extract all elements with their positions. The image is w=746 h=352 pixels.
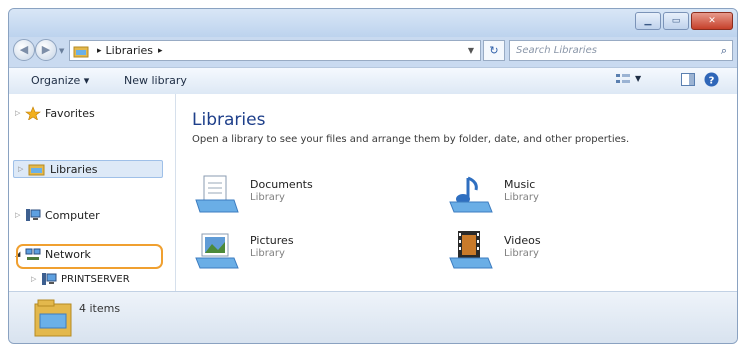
expand-arrow-icon[interactable]: ▷ — [18, 165, 28, 173]
command-bar: Organize ▾ New library ▼ ? — [9, 67, 737, 95]
pictures-icon — [195, 233, 239, 269]
library-type-documents: Library — [250, 192, 285, 203]
music-icon — [449, 176, 493, 213]
window-controls: ▁ ▭ ✕ — [633, 12, 733, 30]
library-type-music: Library — [504, 192, 539, 203]
organize-menu-button[interactable]: Organize ▾ — [31, 74, 89, 87]
back-button[interactable]: ◀ — [13, 39, 35, 61]
help-icon[interactable]: ? — [704, 72, 719, 90]
nav-item-libraries[interactable]: ▷ Libraries — [13, 160, 163, 178]
nav-label-computer: Computer — [45, 208, 100, 222]
title-bar: ▁ ▭ ✕ — [9, 9, 737, 37]
library-tile-videos[interactable]: Videos Library — [448, 230, 648, 270]
details-pane: 4 items — [9, 291, 737, 343]
nav-label-printserver: PRINTSERVER — [61, 273, 130, 285]
search-icon[interactable]: ⌕ — [721, 41, 727, 60]
videos-icon — [449, 231, 493, 269]
nav-item-computer[interactable]: ▷ Computer — [15, 206, 100, 224]
page-description: Open a library to see your files and arr… — [192, 134, 630, 145]
library-tile-documents[interactable]: Documents Library — [194, 174, 394, 214]
expand-arrow-icon[interactable]: ▷ — [15, 211, 25, 219]
nav-item-printserver[interactable]: ▷ PRINTSERVER — [31, 270, 130, 288]
preview-pane-icon[interactable] — [681, 73, 695, 89]
explorer-window: ▁ ▭ ✕ ◀ ▶ ▼ ▸ Libraries ▸ ▼ ↻ Search Lib… — [8, 8, 738, 344]
expand-arrow-icon[interactable]: ▷ — [15, 109, 25, 117]
expand-arrow-icon[interactable]: ▷ — [31, 275, 41, 283]
search-input[interactable]: Search Libraries ⌕ — [509, 40, 733, 61]
refresh-button[interactable]: ↻ — [483, 40, 505, 61]
item-count: 4 items — [79, 302, 121, 315]
change-view-icon[interactable] — [615, 72, 631, 89]
svg-text:?: ? — [709, 76, 715, 87]
library-name-documents: Documents — [250, 178, 313, 191]
maximize-button[interactable]: ▭ — [663, 12, 689, 30]
libraries-icon — [73, 46, 89, 57]
refresh-icon: ↻ — [489, 44, 499, 57]
view-options-arrow-icon[interactable]: ▼ — [635, 74, 641, 83]
library-name-videos: Videos — [504, 234, 541, 247]
forward-button[interactable]: ▶ — [35, 39, 57, 61]
breadcrumb-separator: ▸ — [97, 45, 102, 56]
libraries-folder-icon — [28, 164, 45, 176]
close-button[interactable]: ✕ — [691, 12, 733, 30]
nav-item-favorites[interactable]: ▷ Favorites — [15, 104, 95, 122]
libraries-large-icon — [34, 299, 72, 337]
library-type-videos: Library — [504, 248, 539, 259]
library-tile-music[interactable]: Music Library — [448, 174, 648, 214]
documents-icon — [195, 175, 239, 213]
nav-label-favorites: Favorites — [45, 106, 95, 120]
library-type-pictures: Library — [250, 248, 285, 259]
address-row: ◀ ▶ ▼ ▸ Libraries ▸ ▼ ↻ Search Libraries… — [9, 37, 737, 65]
breadcrumb-separator-end[interactable]: ▸ — [158, 46, 163, 56]
library-name-music: Music — [504, 178, 536, 191]
address-bar[interactable]: ▸ Libraries ▸ ▼ — [69, 40, 481, 61]
library-name-pictures: Pictures — [250, 234, 294, 247]
star-icon — [25, 106, 41, 120]
library-tile-pictures[interactable]: Pictures Library — [194, 230, 394, 270]
new-library-button[interactable]: New library — [124, 74, 187, 87]
search-placeholder: Search Libraries — [516, 45, 597, 56]
printserver-highlight — [16, 244, 163, 269]
computer-icon — [26, 209, 41, 221]
page-title: Libraries — [192, 110, 266, 130]
server-computer-icon — [42, 273, 57, 285]
address-dropdown-arrow[interactable]: ▼ — [468, 46, 474, 55]
nav-label-libraries: Libraries — [50, 162, 98, 176]
recent-pages-dropdown[interactable]: ▼ — [59, 47, 64, 55]
minimize-button[interactable]: ▁ — [635, 12, 661, 30]
content-pane: Libraries Open a library to see your fil… — [176, 94, 737, 291]
breadcrumb-libraries[interactable]: Libraries — [106, 44, 154, 57]
